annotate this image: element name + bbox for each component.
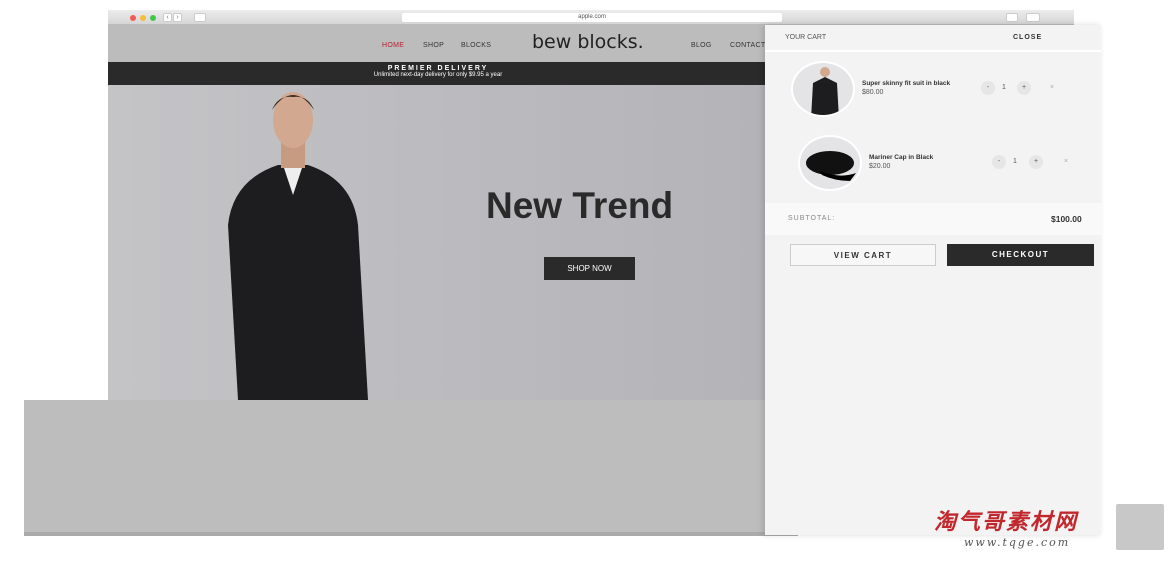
hero: New Trend SHOP NOW xyxy=(108,85,768,400)
cart-item: Mariner Cap in Black $20.00 - 1 + × xyxy=(798,135,1098,195)
item-name: Mariner Cap in Black xyxy=(869,154,934,161)
url-text: apple.com xyxy=(578,14,606,20)
logo[interactable]: bew blocks. xyxy=(532,31,644,53)
watermark: 淘气哥素材网 www.tqge.com xyxy=(934,504,1164,550)
item-price: $20.00 xyxy=(869,163,891,170)
tabs-icon[interactable] xyxy=(1026,13,1040,22)
sidebar-icon[interactable] xyxy=(194,13,206,22)
checkout-button[interactable]: CHECKOUT xyxy=(947,244,1094,266)
decrease-qty-button[interactable]: - xyxy=(981,81,995,95)
watermark-logo-icon xyxy=(1116,504,1164,550)
minimize-window-icon[interactable] xyxy=(140,15,146,21)
remove-item-icon[interactable]: × xyxy=(1045,81,1059,95)
close-cart-button[interactable]: CLOSE xyxy=(1013,34,1042,41)
address-bar[interactable]: apple.com xyxy=(402,13,782,22)
qty-value[interactable]: 1 xyxy=(997,81,1011,95)
remove-item-icon[interactable]: × xyxy=(1059,155,1073,169)
forward-icon[interactable]: › xyxy=(173,13,182,22)
delivery-banner: PREMIER DELIVERY Unlimited next-day deli… xyxy=(108,62,768,85)
page-lower-area xyxy=(24,400,798,536)
banner-subtitle: Unlimited next-day delivery for only $9.… xyxy=(373,72,503,78)
browser-toolbar: ‹ › apple.com xyxy=(108,10,1074,25)
nav-shop[interactable]: SHOP xyxy=(423,42,444,49)
model-image xyxy=(228,92,368,400)
website: HOME SHOP BLOCKS bew blocks. BLOG CONTAC… xyxy=(108,25,768,400)
subtotal-row: SUBTOTAL: $100.00 xyxy=(765,203,1101,235)
increase-qty-button[interactable]: + xyxy=(1017,81,1031,95)
qty-value[interactable]: 1 xyxy=(1008,155,1022,169)
product-image-suit xyxy=(791,61,855,117)
cart-item: Super skinny fit suit in black $80.00 - … xyxy=(791,61,1091,121)
cart-title: YOUR CART xyxy=(785,34,827,41)
banner-title: PREMIER DELIVERY xyxy=(387,65,489,72)
product-image-cap xyxy=(798,135,862,191)
cart-header: YOUR CART CLOSE xyxy=(765,25,1101,52)
back-icon[interactable]: ‹ xyxy=(163,13,172,22)
item-name: Super skinny fit suit in black xyxy=(862,80,951,87)
subtotal-value: $100.00 xyxy=(1051,214,1082,224)
share-icon[interactable] xyxy=(1006,13,1018,22)
increase-qty-button[interactable]: + xyxy=(1029,155,1043,169)
cart-panel: YOUR CART CLOSE Super skinny fit suit in… xyxy=(765,25,1101,535)
nav-home[interactable]: HOME xyxy=(382,42,404,49)
subtotal-label: SUBTOTAL: xyxy=(788,215,836,222)
hero-title: New Trend xyxy=(486,185,674,226)
nav-contact[interactable]: CONTACT xyxy=(730,42,765,49)
maximize-window-icon[interactable] xyxy=(150,15,156,21)
shop-now-button[interactable]: SHOP NOW xyxy=(544,257,635,280)
decrease-qty-button[interactable]: - xyxy=(992,155,1006,169)
close-window-icon[interactable] xyxy=(130,15,136,21)
item-price: $80.00 xyxy=(862,89,884,96)
view-cart-button[interactable]: VIEW CART xyxy=(790,244,936,266)
nav-blog[interactable]: BLOG xyxy=(691,42,712,49)
nav-blocks[interactable]: BLOCKS xyxy=(461,42,491,49)
